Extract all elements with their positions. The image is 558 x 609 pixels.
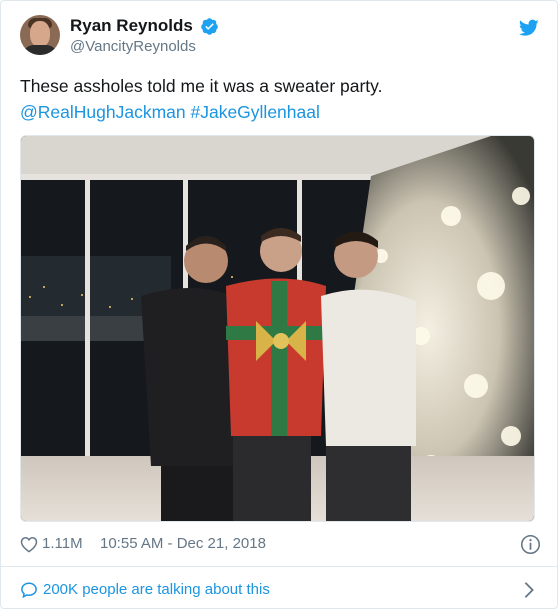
chevron-right-icon[interactable] [523,581,535,599]
like-count[interactable]: 1.11M [42,535,83,552]
conversation-link[interactable]: 200K people are talking about this [20,579,541,603]
tweet-body: These assholes told me it was a sweater … [20,76,383,96]
tweet-mentions-link[interactable]: @RealHughJackman #JakeGyllenhaal [20,99,541,125]
timestamp[interactable]: 10:55 AM - Dec 21, 2018 [100,535,266,552]
talking-about-text[interactable]: 200K people are talking about this [43,581,270,598]
verified-badge-icon [201,17,219,35]
twitter-bird-icon[interactable] [519,19,539,37]
photo-illustration [21,136,534,521]
info-icon[interactable] [520,534,541,555]
heart-icon[interactable] [20,536,38,553]
display-name[interactable]: Ryan Reynolds [70,16,193,36]
speech-bubble-icon [21,582,37,599]
tweet-photo[interactable] [20,135,535,522]
author-names[interactable]: Ryan Reynolds @VancityReynolds [70,16,219,55]
tweet-header: Ryan Reynolds @VancityReynolds [20,15,541,63]
tweet-text: These assholes told me it was a sweater … [20,73,541,125]
tweet-card: Ryan Reynolds @VancityReynolds These ass… [0,0,558,609]
divider [1,566,557,567]
avatar[interactable] [20,15,60,55]
handle[interactable]: @VancityReynolds [70,38,219,55]
tweet-meta: 1.11M 10:55 AM - Dec 21, 2018 [20,534,541,556]
